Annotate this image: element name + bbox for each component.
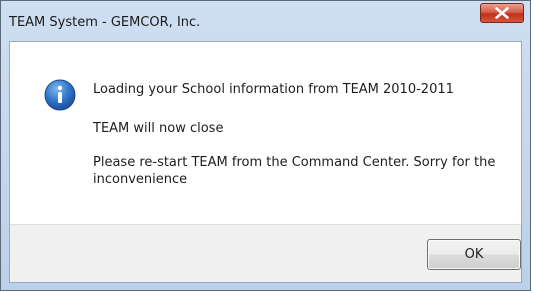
message-restart: Please re-start TEAM from the Command Ce… — [93, 155, 496, 187]
message-dialog: TEAM System - GEMCOR, Inc. Loading your … — [0, 0, 531, 291]
message-loading: Loading your School information from TEA… — [93, 82, 454, 97]
title-bar[interactable]: TEAM System - GEMCOR, Inc. — [1, 1, 530, 41]
close-icon — [495, 7, 509, 19]
dialog-body: Loading your School information from TEA… — [9, 41, 522, 283]
close-button[interactable] — [480, 3, 524, 23]
message-area: Loading your School information from TEA… — [10, 42, 521, 224]
message-close: TEAM will now close — [93, 121, 224, 136]
window-title: TEAM System - GEMCOR, Inc. — [9, 15, 201, 30]
info-icon — [44, 79, 76, 111]
ok-button[interactable]: OK — [427, 239, 521, 270]
button-bar: OK — [10, 224, 521, 282]
